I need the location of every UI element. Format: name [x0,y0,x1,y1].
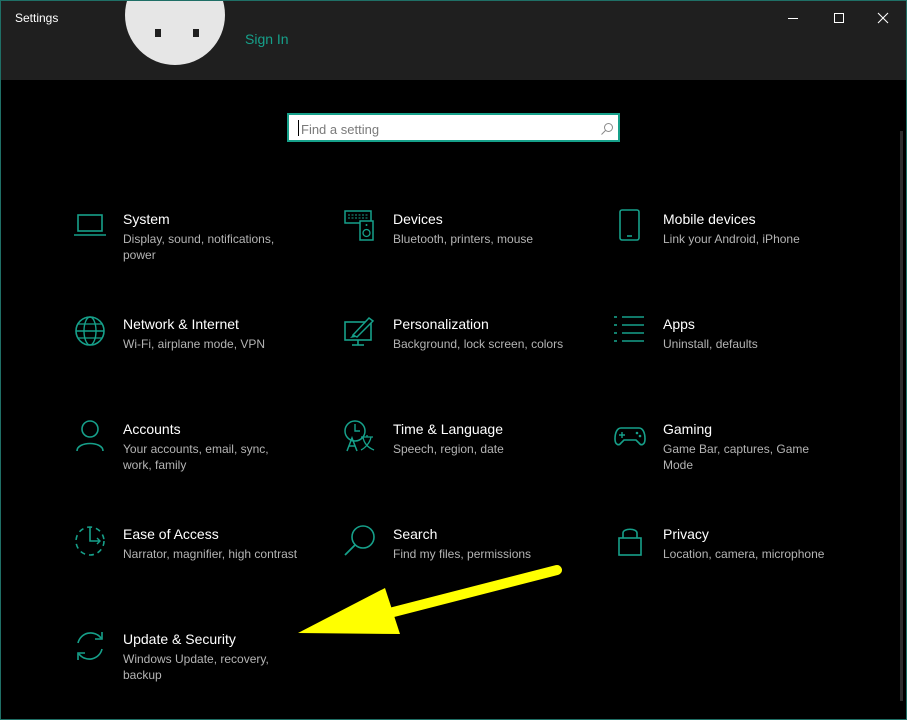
tile-title: Ease of Access [123,526,219,542]
tile-title: Accounts [123,421,181,437]
minimize-button[interactable] [770,1,816,35]
tile-privacy[interactable]: Privacy Location, camera, microphone [613,524,843,604]
maximize-icon [834,13,844,23]
scrollbar[interactable] [900,131,903,701]
tile-update-security[interactable]: Update & Security Windows Update, recove… [73,629,303,709]
tile-network-internet[interactable]: Network & Internet Wi-Fi, airplane mode,… [73,314,303,394]
window-title: Settings [15,11,59,25]
close-icon [877,12,889,24]
tile-search[interactable]: Search Find my files, permissions [343,524,573,604]
tile-devices[interactable]: Devices Bluetooth, printers, mouse [343,209,573,289]
maximize-button[interactable] [816,1,862,35]
tile-description: Link your Android, iPhone [663,232,800,246]
tile-description: Wi-Fi, airplane mode, VPN [123,337,266,351]
tile-system[interactable]: System Display, sound, notifications, po… [73,209,303,289]
tile-description: Location, camera, microphone [663,547,825,561]
personalization-icon [344,316,375,346]
tile-mobile-devices[interactable]: Mobile devices Link your Android, iPhone [613,209,843,289]
devices-icon [344,210,374,241]
avatar-detail [155,29,161,37]
title-bar: Settings Sign In [1,1,906,80]
tile-description: Your accounts, email, sync, work, family [123,442,269,472]
tile-description: Uninstall, defaults [663,337,758,351]
tile-apps[interactable]: Apps Uninstall, defaults [613,314,843,394]
tile-description: Display, sound, notifications, power [123,232,275,262]
tile-title: Update & Security [123,631,236,647]
avatar-detail [193,29,199,37]
tile-description: Game Bar, captures, Game Mode [663,442,810,472]
tile-description: Narrator, magnifier, high contrast [123,547,298,561]
sync-icon [77,632,103,660]
tile-title: Gaming [663,421,713,437]
time-language-icon [344,420,375,452]
sign-in-link[interactable]: Sign In [245,31,289,47]
tile-description: Find my files, permissions [393,547,532,561]
tile-time-language[interactable]: Time & Language Speech, region, date [343,419,573,499]
ease-of-access-icon [75,526,105,556]
search-icon[interactable] [600,122,614,136]
search-input[interactable] [299,118,593,140]
tile-title: Privacy [663,526,709,542]
tile-title: System [123,211,170,227]
tile-title: Personalization [393,316,489,332]
tile-personalization[interactable]: Personalization Background, lock screen,… [343,314,573,394]
settings-window: Settings Sign In System Display, sound, … [0,0,907,720]
tile-title: Search [393,526,438,542]
minimize-icon [788,18,798,19]
tile-title: Devices [393,211,443,227]
lock-icon [618,528,642,556]
tile-description: Background, lock screen, colors [393,337,564,351]
apps-list-icon [614,316,644,342]
laptop-icon [74,214,106,236]
globe-icon [75,316,105,346]
person-icon [76,420,104,452]
game-controller-icon [614,427,646,446]
tile-gaming[interactable]: Gaming Game Bar, captures, Game Mode [613,419,843,499]
tile-accounts[interactable]: Accounts Your accounts, email, sync, wor… [73,419,303,499]
tile-description: Bluetooth, printers, mouse [393,232,534,246]
close-button[interactable] [860,1,906,35]
tile-title: Apps [663,316,695,332]
tile-ease-of-access[interactable]: Ease of Access Narrator, magnifier, high… [73,524,303,604]
search-box[interactable] [287,113,620,142]
avatar[interactable] [125,1,225,65]
mobile-phone-icon [619,209,640,241]
tile-title: Time & Language [393,421,503,437]
tile-title: Mobile devices [663,211,756,227]
tile-title: Network & Internet [123,316,239,332]
tile-description: Windows Update, recovery, backup [123,652,269,682]
tile-description: Speech, region, date [393,442,504,456]
search-magnifier-icon [344,525,375,556]
